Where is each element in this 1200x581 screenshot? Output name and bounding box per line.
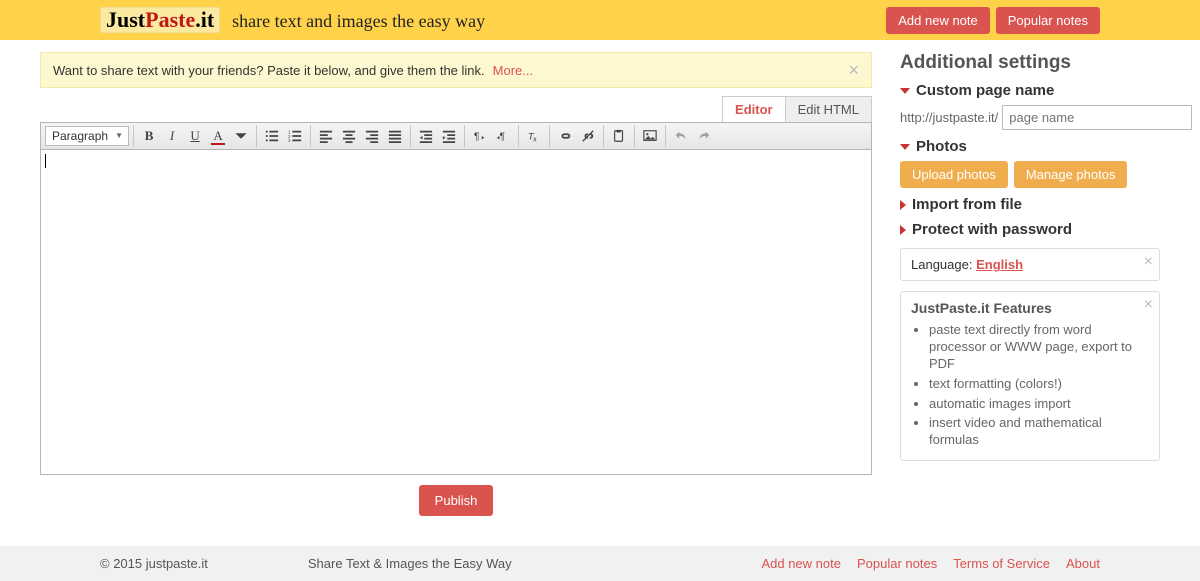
text-color-button[interactable]: A [207,125,229,147]
color-dropdown-icon[interactable] [230,125,252,147]
logo-paste: Paste [145,7,195,33]
pilcrow-rtl-icon[interactable]: ¶ [492,125,514,147]
bold-button[interactable]: B [138,125,160,147]
tip-bar: Want to share text with your friends? Pa… [40,52,872,88]
close-icon[interactable]: × [1144,296,1153,314]
feature-item: text formatting (colors!) [929,376,1149,393]
logo-it: it [201,7,214,33]
clear-format-icon[interactable]: Tx [523,125,545,147]
tab-editor[interactable]: Editor [722,96,786,122]
indent-icon[interactable] [438,125,460,147]
caret-down-icon [900,144,910,150]
footer-about-link[interactable]: About [1066,556,1100,571]
tip-close-icon[interactable]: × [848,61,859,79]
editor-textarea[interactable] [40,150,872,475]
language-link[interactable]: English [976,257,1023,272]
tip-more-link[interactable]: More... [493,63,533,78]
footer-add-note-link[interactable]: Add new note [761,556,841,571]
tip-text: Want to share text with your friends? Pa… [53,63,485,78]
url-prefix: http://justpaste.it/ [900,110,998,125]
redo-icon[interactable] [693,125,715,147]
italic-button[interactable]: I [161,125,183,147]
editor-toolbar: Paragraph B I U A 123 [40,122,872,150]
upload-photos-button[interactable]: Upload photos [900,161,1008,188]
logo[interactable]: JustPaste.it share text and images the e… [100,7,485,33]
section-custom-page-name[interactable]: Custom page name [900,82,1160,99]
tagline: share text and images the easy way [232,11,485,32]
caret-right-icon [900,225,906,235]
undo-icon[interactable] [670,125,692,147]
editor-tabs: Editor Edit HTML [40,96,872,122]
manage-photos-button[interactable]: Manage photos [1014,161,1128,188]
logo-just: Just [106,7,145,33]
numbered-list-icon[interactable]: 123 [284,125,306,147]
svg-text:x: x [533,136,537,143]
publish-button[interactable]: Publish [419,485,494,516]
footer: © 2015 justpaste.it Share Text & Images … [0,546,1200,581]
language-label: Language: [911,257,972,272]
align-justify-icon[interactable] [384,125,406,147]
section-protect-password[interactable]: Protect with password [900,221,1160,238]
feature-item: insert video and mathematical formulas [929,415,1149,449]
footer-tos-link[interactable]: Terms of Service [953,556,1050,571]
footer-slogan: Share Text & Images the Easy Way [308,556,512,571]
language-panel: × Language: English [900,248,1160,281]
copyright: © 2015 justpaste.it [100,556,208,571]
features-panel: × JustPaste.it Features paste text direc… [900,291,1160,461]
svg-text:¶: ¶ [474,131,480,143]
caret-right-icon [900,200,906,210]
underline-button[interactable]: U [184,125,206,147]
section-photos[interactable]: Photos [900,138,1160,155]
section-import-from-file[interactable]: Import from file [900,196,1160,213]
paste-icon[interactable] [608,125,630,147]
bullet-list-icon[interactable] [261,125,283,147]
unlink-icon[interactable] [577,125,599,147]
add-new-note-button[interactable]: Add new note [886,7,990,34]
close-icon[interactable]: × [1144,253,1153,271]
link-icon[interactable] [554,125,576,147]
sidebar-title: Additional settings [900,52,1160,74]
caret-down-icon [900,88,910,94]
page-name-input[interactable] [1002,105,1192,130]
image-icon[interactable] [639,125,661,147]
align-center-icon[interactable] [338,125,360,147]
align-left-icon[interactable] [315,125,337,147]
svg-text:3: 3 [288,138,291,143]
feature-item: automatic images import [929,396,1149,413]
features-title: JustPaste.it Features [911,300,1149,316]
popular-notes-button[interactable]: Popular notes [996,7,1100,34]
pilcrow-ltr-icon[interactable]: ¶ [469,125,491,147]
align-right-icon[interactable] [361,125,383,147]
feature-item: paste text directly from word processor … [929,322,1149,373]
footer-popular-link[interactable]: Popular notes [857,556,937,571]
header: JustPaste.it share text and images the e… [0,0,1200,40]
svg-text:¶: ¶ [500,131,506,143]
tab-edit-html[interactable]: Edit HTML [785,96,872,122]
outdent-icon[interactable] [415,125,437,147]
paragraph-select[interactable]: Paragraph [45,126,129,146]
